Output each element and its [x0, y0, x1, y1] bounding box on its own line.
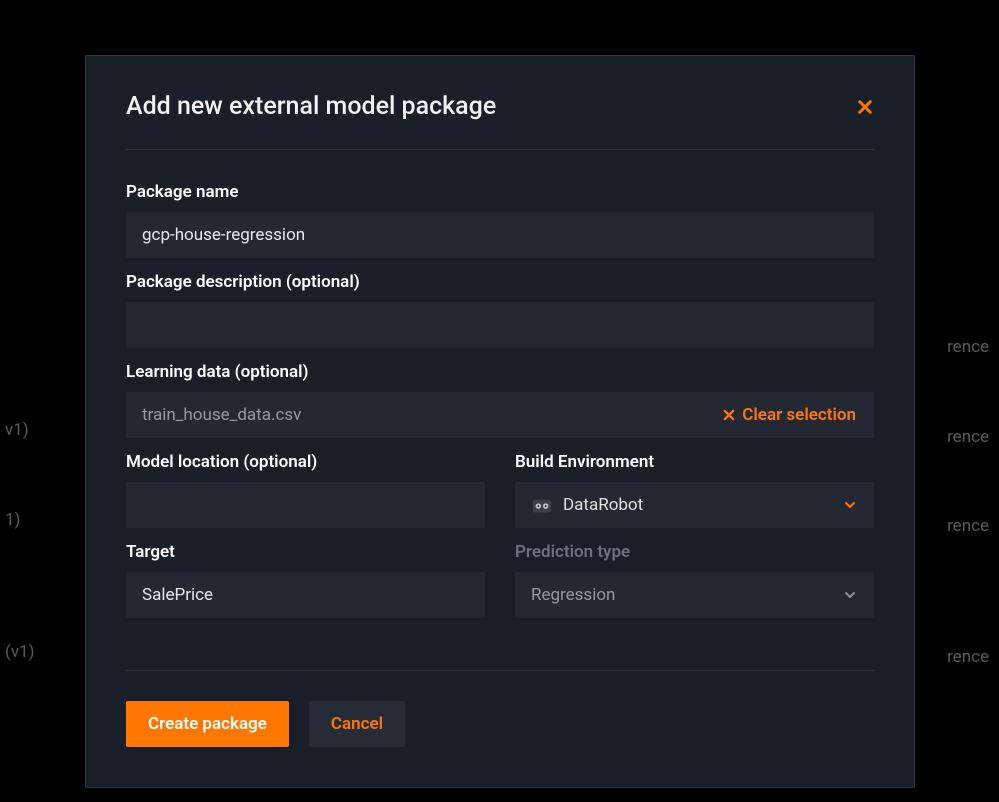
cancel-button[interactable]: Cancel [309, 701, 405, 747]
modal-footer: Create package Cancel [126, 670, 874, 747]
background-text: rence [947, 516, 989, 536]
label-build-environment: Build Environment [515, 452, 874, 472]
input-package-description[interactable] [126, 302, 874, 348]
input-target[interactable] [126, 572, 485, 618]
label-learning-data: Learning data (optional) [126, 362, 874, 382]
build-environment-value: DataRobot [563, 495, 643, 515]
modal-header: Add new external model package [126, 92, 874, 150]
modal-title: Add new external model package [126, 92, 496, 121]
datarobot-icon [531, 496, 553, 514]
label-package-description: Package description (optional) [126, 272, 874, 292]
background-text: v1) [5, 420, 29, 440]
label-prediction-type: Prediction type [515, 542, 874, 562]
label-model-location: Model location (optional) [126, 452, 485, 472]
create-package-button[interactable]: Create package [126, 701, 289, 747]
label-package-name: Package name [126, 182, 874, 202]
field-package-name: Package name [126, 182, 874, 258]
field-prediction-type: Prediction type Regression [515, 542, 874, 618]
prediction-type-value: Regression [531, 585, 615, 605]
select-build-environment[interactable]: DataRobot [515, 482, 874, 528]
input-package-name[interactable] [126, 212, 874, 258]
clear-selection-label: Clear selection [742, 405, 856, 425]
background-text: rence [947, 337, 989, 357]
close-icon[interactable] [856, 98, 874, 116]
background-text: rence [947, 647, 989, 667]
background-text: 1) [5, 510, 20, 530]
file-chooser-learning-data[interactable]: train_house_data.csv Clear selection [126, 392, 874, 438]
field-model-location: Model location (optional) [126, 452, 485, 528]
input-model-location[interactable] [126, 482, 485, 528]
clear-selection-link[interactable]: Clear selection [722, 405, 856, 425]
background-text: rence [947, 427, 989, 447]
chevron-down-icon [842, 587, 858, 603]
x-icon [722, 408, 736, 422]
select-prediction-type[interactable]: Regression [515, 572, 874, 618]
modal-add-package: Add new external model package Package n… [85, 55, 915, 788]
label-target: Target [126, 542, 485, 562]
field-target: Target [126, 542, 485, 618]
field-learning-data: Learning data (optional) train_house_dat… [126, 362, 874, 438]
field-build-environment: Build Environment DataRobot [515, 452, 874, 528]
background-text: (v1) [5, 642, 35, 662]
chevron-down-icon [842, 497, 858, 513]
field-package-description: Package description (optional) [126, 272, 874, 348]
learning-data-filename: train_house_data.csv [142, 405, 722, 425]
